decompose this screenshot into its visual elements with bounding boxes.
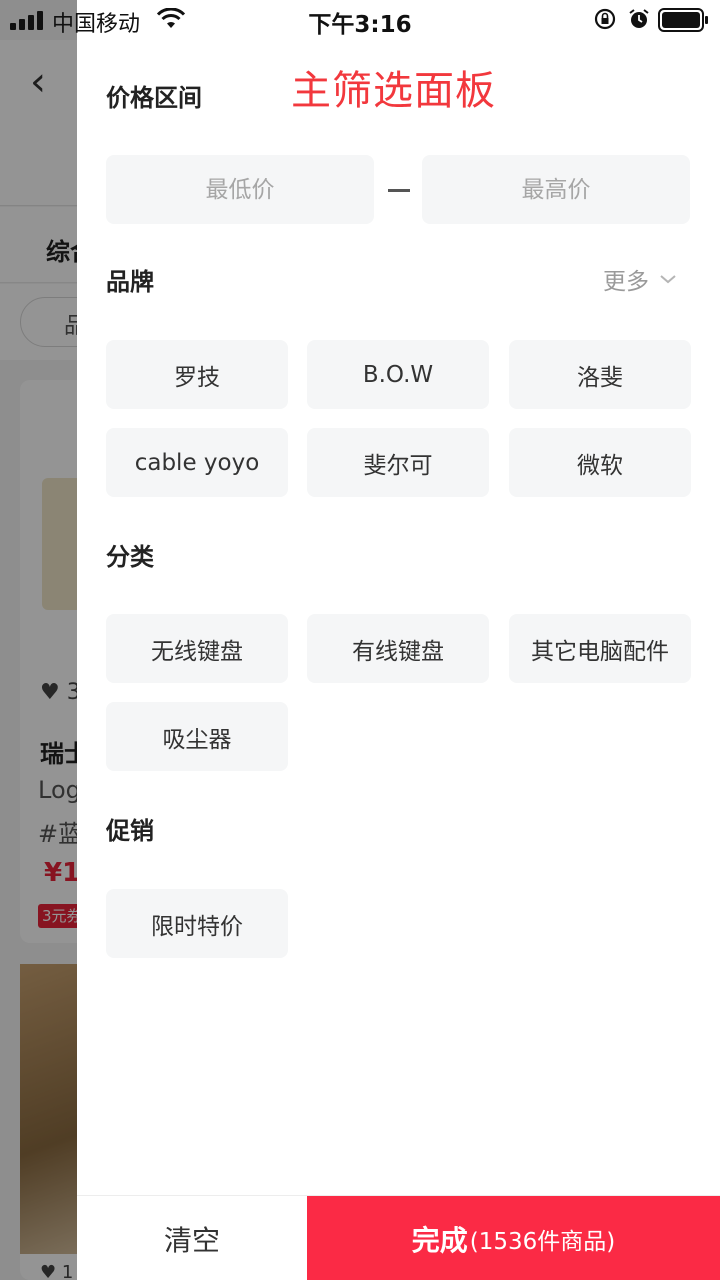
- category-option[interactable]: 吸尘器: [106, 702, 288, 771]
- promotion-option[interactable]: 限时特价: [106, 889, 288, 958]
- brand-option[interactable]: cable yoyo: [106, 428, 288, 497]
- category-section-title: 分类: [106, 543, 154, 571]
- chevron-down-icon: [660, 275, 676, 284]
- brand-option[interactable]: B.O.W: [307, 340, 489, 409]
- brand-option[interactable]: 罗技: [106, 340, 288, 409]
- brand-option[interactable]: 微软: [509, 428, 691, 497]
- category-option[interactable]: 无线键盘: [106, 614, 288, 683]
- promotion-section-title: 促销: [106, 817, 154, 845]
- filter-action-bar: 清空 完成 (1536件商品): [77, 1195, 720, 1280]
- clear-button[interactable]: 清空: [77, 1196, 307, 1280]
- brand-more-toggle[interactable]: 更多: [603, 262, 677, 296]
- done-label: 完成: [411, 1223, 468, 1257]
- more-label: 更多: [603, 269, 649, 295]
- brand-option[interactable]: 洛斐: [509, 340, 691, 409]
- category-option[interactable]: 有线键盘: [307, 614, 489, 683]
- status-bar: 中国移动 下午3:16: [0, 0, 720, 40]
- min-price-input[interactable]: [106, 155, 374, 224]
- brand-option[interactable]: 斐尔可: [307, 428, 489, 497]
- price-range-dash: [388, 189, 410, 192]
- brand-section-title: 品牌: [106, 268, 154, 296]
- battery-icon: [658, 8, 708, 32]
- price-section-title: 价格区间: [106, 84, 202, 112]
- done-button[interactable]: 完成 (1536件商品): [307, 1196, 720, 1280]
- alarm-icon: [629, 9, 649, 28]
- panel-annotation: 主筛选面板: [291, 68, 496, 114]
- category-option[interactable]: 其它电脑配件: [509, 614, 691, 683]
- rotation-lock-icon: [594, 8, 616, 30]
- result-count: (1536件商品): [469, 1228, 616, 1255]
- max-price-input[interactable]: [422, 155, 690, 224]
